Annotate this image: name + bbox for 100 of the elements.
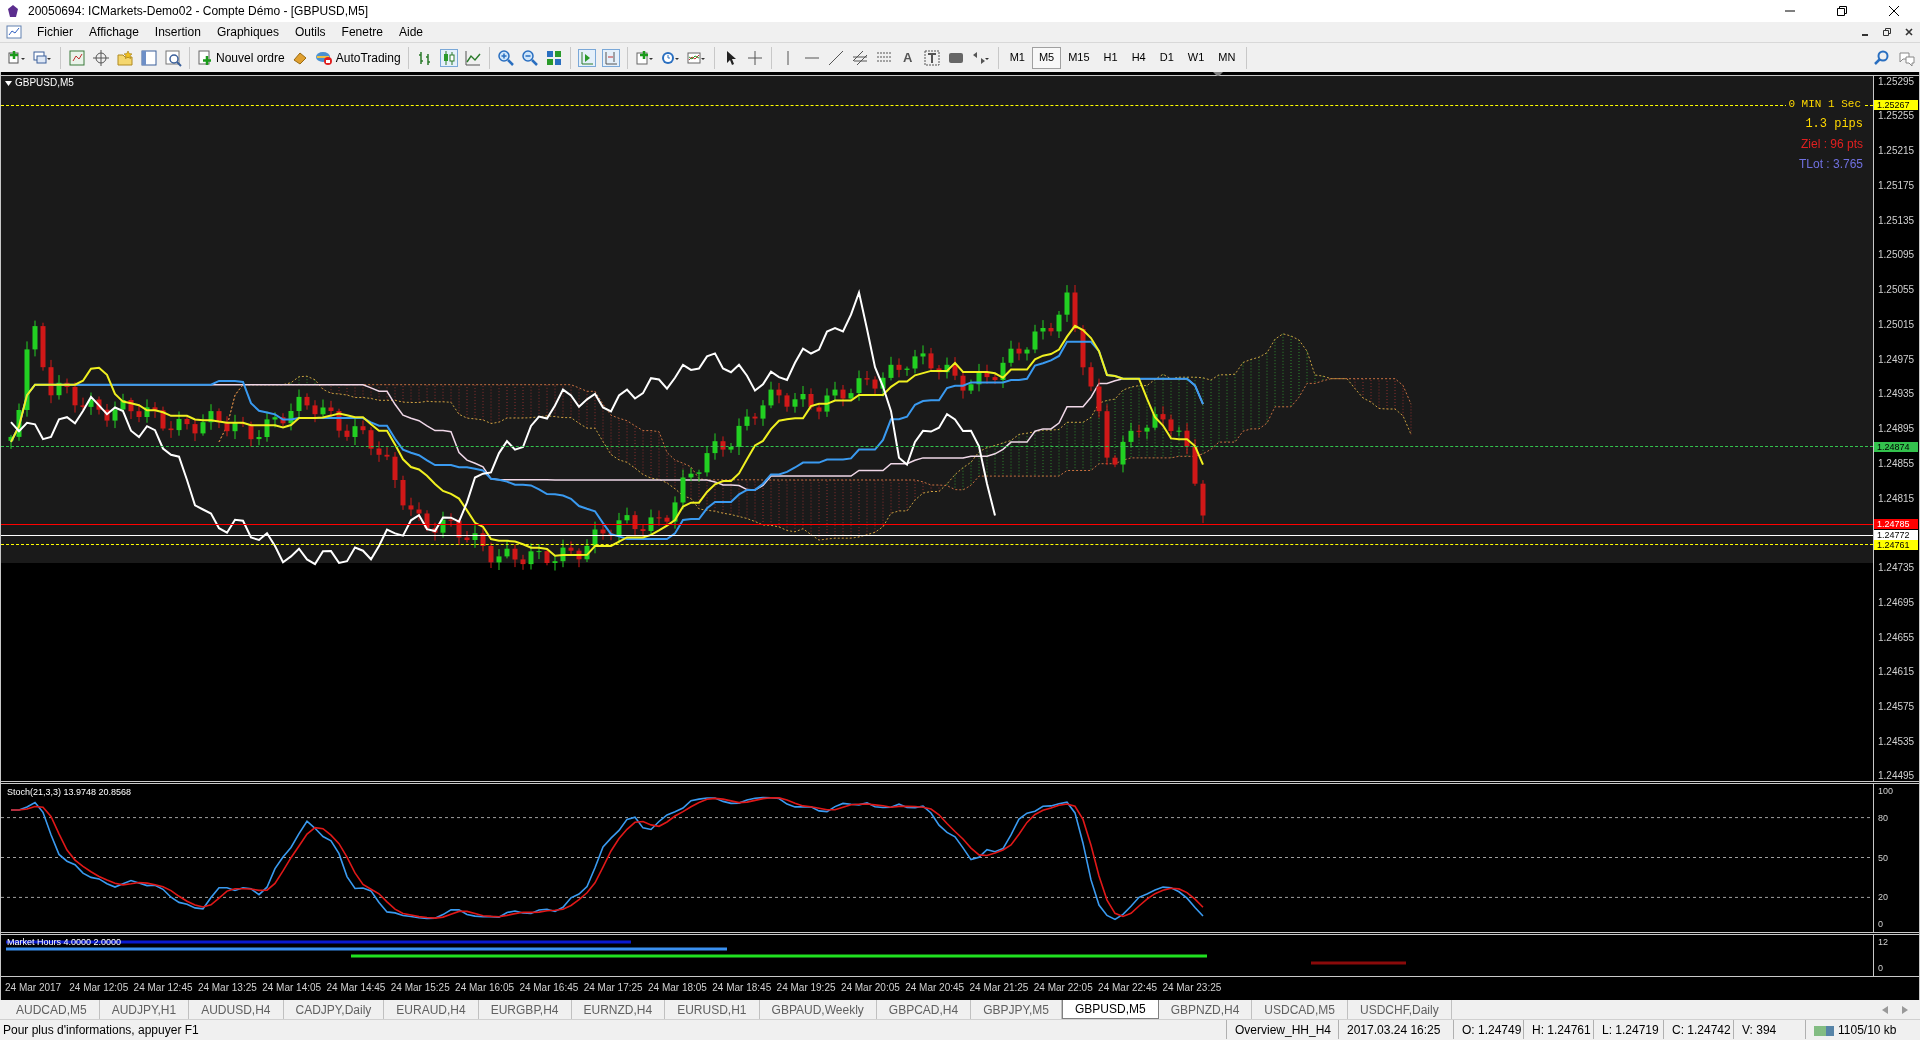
menu-item[interactable]: Insertion xyxy=(147,23,208,41)
close-icon[interactable] xyxy=(1888,5,1900,17)
chart-tab[interactable]: GBPUSD,M5 xyxy=(1061,1000,1159,1019)
chart-tab[interactable]: AUDUSD,H4 xyxy=(189,1000,284,1019)
chart-tab[interactable]: USDCAD,M5 xyxy=(1252,1000,1349,1019)
price-tag: 1.24785 xyxy=(1874,519,1918,530)
price-axis-label: 1.24815 xyxy=(1878,492,1915,504)
scroll-right-icon[interactable] xyxy=(1902,1005,1908,1014)
price-axis-label: 1.25055 xyxy=(1878,284,1915,295)
price-axis-label: 1.24895 xyxy=(1878,423,1915,434)
navigator-icon[interactable] xyxy=(116,48,134,67)
line-chart-icon[interactable] xyxy=(463,48,482,67)
new-order-icon xyxy=(197,49,213,66)
chart-tab[interactable]: GBPNZD,H4 xyxy=(1158,1000,1253,1019)
chart-tab[interactable]: EURAUD,H4 xyxy=(384,1000,479,1019)
candlestick-icon[interactable] xyxy=(439,48,458,67)
chart-tab[interactable]: USDCHF,Daily xyxy=(1348,1000,1452,1019)
indicator-label: Stoch(21,3,3) 13.9748 20.8568 xyxy=(7,787,132,797)
profile-name: Overview_HH_H4 xyxy=(1226,1020,1338,1039)
price-tag: 1.24772 xyxy=(1874,530,1918,541)
time-axis-label: 24 Mar 16:05 xyxy=(455,982,515,993)
restore-icon[interactable] xyxy=(1881,26,1893,38)
crosshair-icon[interactable] xyxy=(92,48,110,67)
indicator-axis-label: 12 xyxy=(1878,937,1888,947)
trend-line-icon[interactable] xyxy=(826,48,845,67)
search-icon[interactable] xyxy=(1873,48,1891,67)
time-axis-label: 24 Mar 23:25 xyxy=(1162,982,1222,993)
price-axis-label: 1.25255 xyxy=(1878,110,1915,122)
price-tag: 1.24874 xyxy=(1874,441,1918,452)
zoom-out-icon[interactable] xyxy=(520,48,539,67)
price-axis-label: 1.24695 xyxy=(1878,596,1915,608)
price-axis-label: 1.24935 xyxy=(1878,388,1915,400)
target-label: Ziel : 96 pts xyxy=(1800,137,1863,151)
caret-icon[interactable] xyxy=(5,80,12,86)
timeframe-button[interactable]: D1 xyxy=(1152,46,1181,69)
high-price: H: 1.24761 xyxy=(1523,1020,1593,1039)
price-axis-label: 1.24855 xyxy=(1878,457,1915,469)
chart-tab[interactable]: GBPAUD,Weekly xyxy=(759,1000,877,1019)
menu-item[interactable]: Affichage xyxy=(82,23,146,41)
strategy-tester-icon[interactable] xyxy=(164,48,182,67)
text-label-icon[interactable] xyxy=(922,48,941,67)
zoom-in-icon[interactable] xyxy=(496,48,515,67)
market-watch-icon[interactable] xyxy=(68,48,86,67)
time-axis-label: 24 Mar 15:25 xyxy=(390,982,450,993)
time-axis-label: 24 Mar 2017 xyxy=(5,982,62,993)
chart-shift-icon[interactable] xyxy=(601,48,620,67)
restore-icon[interactable] xyxy=(1836,5,1848,17)
indicator-axis-label: 100 xyxy=(1878,786,1894,796)
menu-item[interactable]: Aide xyxy=(391,23,430,41)
text-tool-button[interactable]: A xyxy=(898,47,917,68)
time-axis-label: 24 Mar 18:45 xyxy=(712,982,772,993)
app-icon xyxy=(6,4,20,18)
timeframe-button[interactable]: MN xyxy=(1211,46,1243,69)
timeframe-button[interactable]: M1 xyxy=(1002,46,1032,69)
connection-bars-icon xyxy=(1814,1023,1834,1036)
scroll-left-icon[interactable] xyxy=(1882,1005,1888,1014)
price-axis-label: 1.24495 xyxy=(1878,770,1915,781)
time-axis-label: 24 Mar 13:25 xyxy=(197,982,257,993)
price-axis-label: 1.25215 xyxy=(1878,145,1915,156)
new-order-button[interactable]: Nouvel ordre xyxy=(194,48,288,67)
terminal-icon[interactable] xyxy=(140,48,158,67)
profiles-icon[interactable] xyxy=(33,48,53,67)
status-help-text: Pour plus d'informations, appuyer F1 xyxy=(2,1021,199,1039)
timeframe-button[interactable]: H1 xyxy=(1096,46,1125,69)
close-icon[interactable] xyxy=(1903,26,1915,38)
time-axis-label: 24 Mar 12:45 xyxy=(133,982,193,993)
channel-icon[interactable] xyxy=(850,48,869,67)
chart-tab[interactable]: CADJPY,Daily xyxy=(283,1000,385,1019)
auto-scroll-icon[interactable] xyxy=(577,48,596,67)
autotrading-button[interactable]: AutoTrading xyxy=(311,48,404,67)
time-axis-label: 24 Mar 19:25 xyxy=(776,982,836,993)
time-axis-label: 24 Mar 12:05 xyxy=(69,982,129,993)
timeframe-button[interactable]: M5 xyxy=(1031,46,1062,69)
menu-item[interactable]: Graphiques xyxy=(209,23,286,41)
menu-item[interactable]: Fenetre xyxy=(334,23,390,41)
chart-document-icon[interactable] xyxy=(6,25,22,39)
timeframe-button[interactable]: M15 xyxy=(1061,46,1097,69)
chart-tab[interactable]: AUDCAD,M5 xyxy=(4,1000,100,1019)
chart-tab[interactable]: GBPJPY,M5 xyxy=(971,1000,1062,1019)
chart-tab[interactable]: EURUSD,H1 xyxy=(665,1000,760,1019)
chart-tab[interactable]: AUDJPY,H1 xyxy=(99,1000,190,1019)
tile-windows-icon[interactable] xyxy=(544,48,563,67)
time-axis-label: 24 Mar 22:45 xyxy=(1098,982,1158,993)
menu-item[interactable]: Outils xyxy=(287,23,333,41)
price-axis-label: 1.24615 xyxy=(1878,666,1915,678)
chart-tab[interactable]: EURNZD,H4 xyxy=(571,1000,666,1019)
low-price: L: 1.24719 xyxy=(1593,1020,1663,1039)
timeframe-button[interactable]: H4 xyxy=(1124,46,1153,69)
chart-tab[interactable]: EURGBP,H4 xyxy=(478,1000,572,1019)
traffic-value: 1105/10 kb xyxy=(1838,1021,1897,1039)
indicators-icon[interactable] xyxy=(634,48,655,67)
window-title: 20050694: ICMarkets-Demo02 - Compte Démo - [GBPUSD,M5] xyxy=(28,3,369,20)
time-axis-label: 24 Mar 22:05 xyxy=(1033,982,1093,993)
menu-item[interactable]: Fichier xyxy=(30,23,80,41)
new-chart-icon[interactable] xyxy=(7,48,27,67)
price-axis-label: 1.24975 xyxy=(1878,353,1915,365)
indicator-axis-label: 20 xyxy=(1878,892,1888,903)
timeframe-button[interactable]: W1 xyxy=(1180,46,1212,69)
price-axis-label: 1.25095 xyxy=(1878,249,1915,261)
chart-tab[interactable]: GBPCAD,H4 xyxy=(876,1000,972,1019)
